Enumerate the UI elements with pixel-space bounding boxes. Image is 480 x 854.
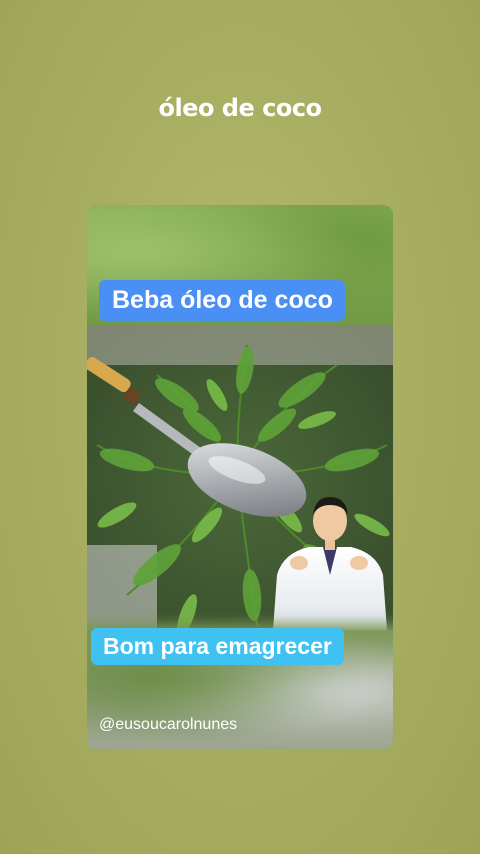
creator-handle[interactable]: @eusoucarolnunes <box>99 716 237 734</box>
caption-bottom: Bom para emagrecer <box>91 628 344 665</box>
video-card[interactable]: Beba óleo de coco Bom para emagrecer @eu… <box>87 205 393 750</box>
video-frame <box>87 325 393 630</box>
caption-top: Beba óleo de coco <box>99 280 345 321</box>
story-title: óleo de coco <box>158 94 322 122</box>
